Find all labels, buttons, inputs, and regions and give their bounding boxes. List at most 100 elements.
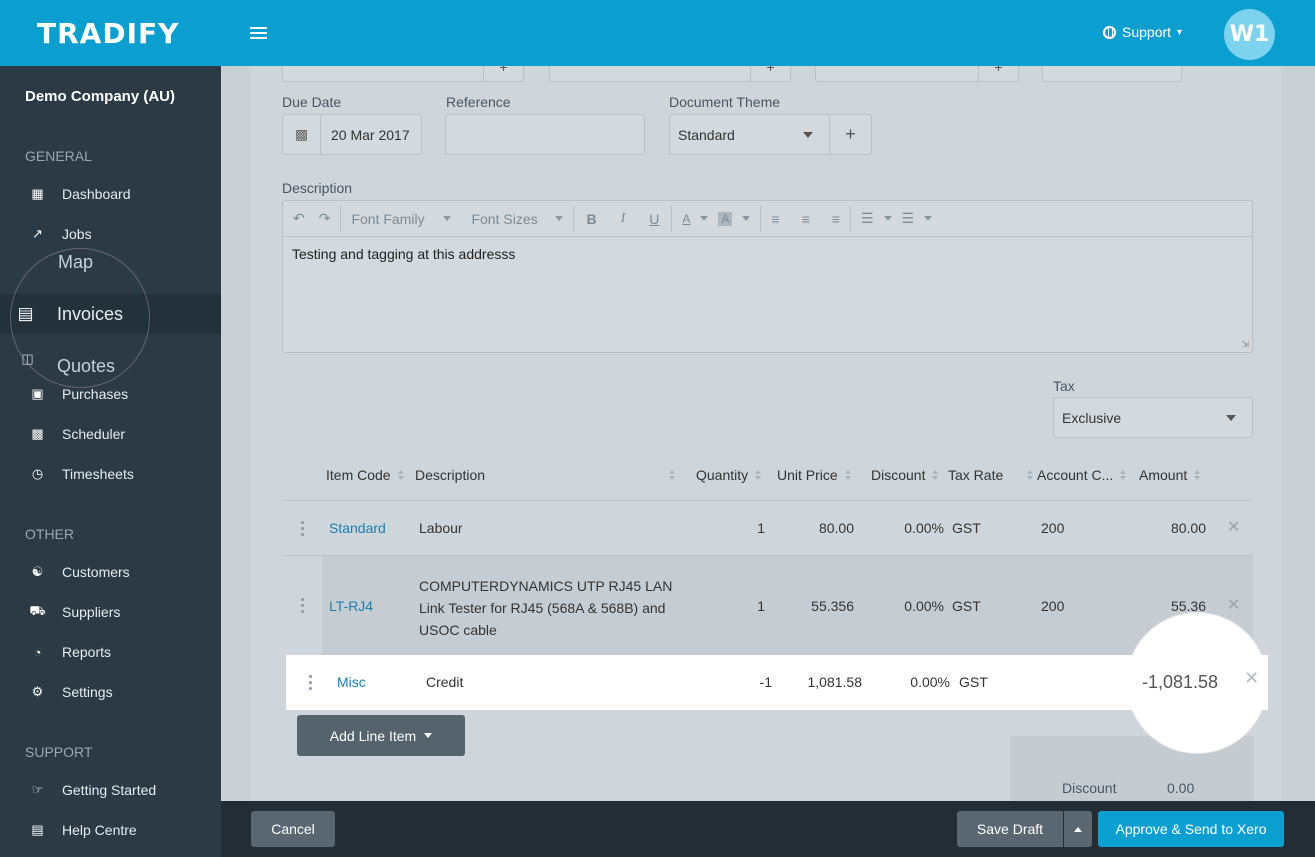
column-header-unit-price[interactable]: Unit Price	[777, 467, 851, 483]
line-description-text: COMPUTERDYNAMICS UTP RJ45 LAN	[419, 578, 673, 594]
align-center-icon[interactable]: ≡	[802, 211, 810, 227]
sidebar-item-scheduler[interactable]: ▩ Scheduler	[0, 416, 221, 452]
pricing-select-partial[interactable]: +	[815, 66, 1019, 82]
line-account-code[interactable]: 200	[1041, 598, 1064, 614]
line-unit-price[interactable]: 55.356	[802, 598, 854, 614]
line-discount[interactable]: 0.00%	[902, 674, 950, 690]
remove-line-icon[interactable]: ✕	[1227, 517, 1240, 537]
table-row-highlighted[interactable]: Misc Credit -1 1,081.58 0.00% GST	[286, 655, 1268, 710]
sort-icon	[1027, 470, 1033, 480]
table-row[interactable]: LT-RJ4 COMPUTERDYNAMICS UTP RJ45 LAN Lin…	[282, 556, 1253, 655]
tax-select[interactable]: Exclusive	[1053, 397, 1253, 438]
redo-icon[interactable]: ↷	[319, 210, 331, 227]
menu-toggle-icon[interactable]	[250, 27, 267, 40]
numbered-list-icon[interactable]: ☰	[902, 210, 915, 227]
save-draft-button[interactable]: Save Draft	[957, 811, 1063, 847]
add-line-item-button[interactable]: Add Line Item	[297, 715, 465, 756]
column-header-item-code[interactable]: Item Code	[326, 467, 404, 483]
undo-icon[interactable]: ↶	[293, 210, 305, 227]
chevron-down-icon: ▾	[1177, 26, 1183, 38]
drag-handle-icon[interactable]	[301, 598, 305, 613]
line-description[interactable]: Labour	[419, 520, 463, 536]
document-theme-select[interactable]: Standard +	[669, 114, 872, 155]
italic-icon[interactable]: I	[621, 211, 626, 227]
sidebar-item-customers[interactable]: ☯ Customers	[0, 554, 221, 590]
line-description[interactable]: COMPUTERDYNAMICS UTP RJ45 LAN Link Teste…	[419, 575, 672, 641]
chevron-down-icon	[803, 131, 813, 138]
line-quantity[interactable]: 1	[757, 520, 765, 536]
font-size-select[interactable]: Font Sizes	[461, 201, 573, 237]
cart-icon: ▣	[31, 386, 44, 401]
sidebar-item-timesheets[interactable]: ◷ Timesheets	[0, 456, 221, 492]
sidebar-item-purchases[interactable]: ▣ Purchases	[0, 376, 221, 412]
add-theme-button[interactable]: +	[829, 115, 871, 154]
table-row[interactable]: Standard Labour 1 80.00 0.00% GST 200 80…	[282, 501, 1253, 555]
highlight-color-icon[interactable]: A	[718, 211, 733, 226]
contact-select-partial[interactable]: +	[282, 66, 524, 82]
cancel-button[interactable]: Cancel	[251, 811, 335, 847]
line-tax-rate[interactable]: GST	[952, 520, 981, 536]
sidebar-item-settings[interactable]: ⚙ Settings	[0, 674, 221, 710]
calendar-icon: ▩	[31, 426, 44, 441]
bullet-list-icon[interactable]: ☰	[861, 210, 874, 227]
top-bar: TRADIFY Support ▾ W1	[0, 0, 1315, 66]
reference-input[interactable]	[445, 114, 645, 155]
support-menu[interactable]: Support ▾	[1103, 24, 1182, 40]
line-discount[interactable]: 0.00%	[896, 520, 944, 536]
sidebar-item-suppliers[interactable]: ⛟ Suppliers	[0, 594, 221, 630]
line-description[interactable]: Credit	[426, 674, 463, 690]
description-text[interactable]: Testing and tagging at this addresss	[283, 237, 1252, 271]
bold-icon[interactable]: B	[586, 211, 596, 227]
clock-icon: ◷	[31, 466, 44, 481]
column-header-quantity[interactable]: Quantity	[696, 467, 762, 483]
avatar[interactable]: W1	[1224, 9, 1275, 60]
section-other: OTHER	[25, 526, 74, 542]
column-header-amount[interactable]: Amount	[1139, 467, 1201, 483]
save-options-button[interactable]	[1064, 811, 1092, 847]
line-discount[interactable]: 0.00%	[896, 598, 944, 614]
column-header-discount[interactable]: Discount	[871, 467, 939, 483]
column-header-account-code[interactable]: Account C...	[1037, 467, 1127, 483]
font-family-select[interactable]: Font Family	[341, 201, 461, 237]
line-tax-rate[interactable]: GST	[952, 598, 981, 614]
drag-handle-icon[interactable]	[301, 521, 305, 536]
site-select-partial[interactable]: +	[549, 66, 791, 82]
sidebar-item-help-centre[interactable]: ▤ Help Centre	[0, 812, 221, 848]
remove-line-icon[interactable]: ✕	[1244, 668, 1259, 689]
align-right-icon[interactable]: ≡	[832, 211, 840, 227]
approve-send-xero-button[interactable]: Approve & Send to Xero	[1098, 811, 1284, 847]
description-editor[interactable]: ↶ ↷ Font Family Font Sizes B I U A A ≡ ≡…	[282, 200, 1253, 353]
item-code-link[interactable]: Standard	[329, 520, 386, 536]
text-color-icon[interactable]: A	[682, 212, 690, 226]
tradify-logo[interactable]: TRADIFY	[37, 17, 179, 50]
line-unit-price[interactable]: 1,081.58	[794, 674, 863, 690]
sidebar-item-dashboard[interactable]: ▦ Dashboard	[0, 176, 221, 212]
line-account-code[interactable]: 200	[1041, 520, 1064, 536]
sidebar-item-map[interactable]: Map	[0, 244, 221, 280]
underline-icon[interactable]: U	[649, 211, 659, 227]
item-code-link[interactable]: LT-RJ4	[329, 598, 373, 614]
sidebar-item-reports[interactable]: ◔ Reports	[0, 634, 221, 670]
invoice-date-partial[interactable]	[1042, 66, 1182, 82]
resize-handle-icon[interactable]: ⇲	[1241, 339, 1249, 350]
line-quantity[interactable]: 1	[757, 598, 765, 614]
support-label: Support	[1122, 24, 1172, 40]
editor-toolbar: ↶ ↷ Font Family Font Sizes B I U A A ≡ ≡…	[283, 201, 1252, 237]
due-date-field[interactable]: ▩ 20 Mar 2017	[282, 114, 422, 155]
sort-icon	[397, 470, 404, 480]
gear-icon: ⚙	[31, 684, 44, 699]
column-header-description[interactable]: Description	[415, 467, 675, 483]
item-code-link[interactable]: Misc	[337, 674, 366, 690]
line-tax-rate[interactable]: GST	[959, 674, 988, 690]
column-header-label: Unit Price	[777, 467, 838, 483]
sidebar-item-invoices[interactable]: ▤ Invoices	[0, 294, 221, 334]
drag-handle-icon[interactable]	[309, 675, 313, 690]
column-header-tax-rate[interactable]: Tax Rate	[948, 467, 1033, 483]
sidebar-item-label: Suppliers	[62, 604, 121, 620]
sidebar-item-getting-started[interactable]: ☞ Getting Started	[0, 772, 221, 808]
line-quantity[interactable]: -1	[752, 674, 772, 690]
align-left-icon[interactable]: ≡	[771, 211, 779, 227]
remove-line-icon[interactable]: ✕	[1227, 595, 1240, 615]
line-unit-price[interactable]: 80.00	[802, 520, 854, 536]
column-header-label: Description	[415, 467, 486, 483]
